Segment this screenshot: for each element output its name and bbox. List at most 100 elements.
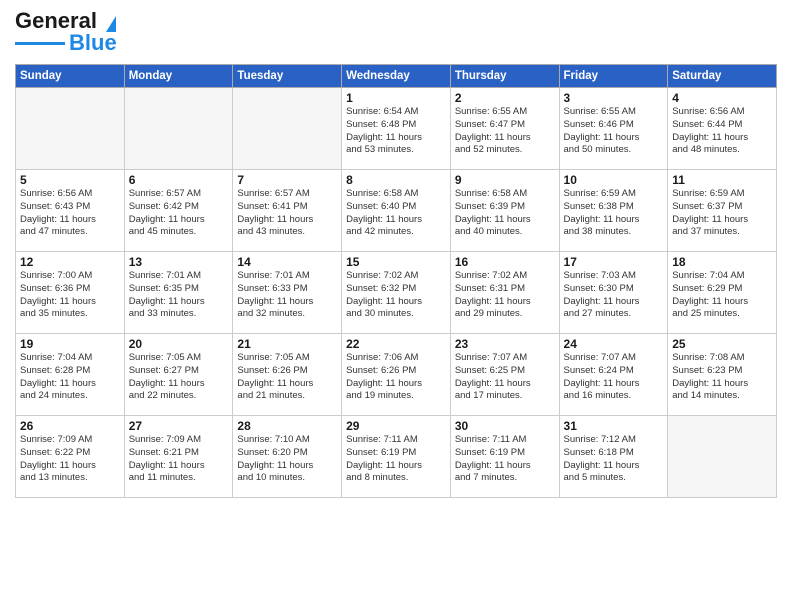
calendar-week-row: 19Sunrise: 7:04 AMSunset: 6:28 PMDayligh… xyxy=(16,334,777,416)
calendar-cell: 4Sunrise: 6:56 AMSunset: 6:44 PMDaylight… xyxy=(668,88,777,170)
day-info: Sunrise: 7:03 AMSunset: 6:30 PMDaylight:… xyxy=(564,270,664,321)
day-number: 3 xyxy=(564,91,664,105)
day-info: Sunrise: 7:05 AMSunset: 6:26 PMDaylight:… xyxy=(237,352,337,403)
day-info: Sunrise: 6:56 AMSunset: 6:44 PMDaylight:… xyxy=(672,106,772,157)
day-info: Sunrise: 6:59 AMSunset: 6:37 PMDaylight:… xyxy=(672,188,772,239)
day-number: 15 xyxy=(346,255,446,269)
day-info: Sunrise: 7:01 AMSunset: 6:33 PMDaylight:… xyxy=(237,270,337,321)
day-info: Sunrise: 6:57 AMSunset: 6:42 PMDaylight:… xyxy=(129,188,229,239)
day-info: Sunrise: 7:01 AMSunset: 6:35 PMDaylight:… xyxy=(129,270,229,321)
day-info: Sunrise: 6:55 AMSunset: 6:46 PMDaylight:… xyxy=(564,106,664,157)
day-number: 4 xyxy=(672,91,772,105)
calendar-cell xyxy=(668,416,777,498)
day-info: Sunrise: 6:58 AMSunset: 6:39 PMDaylight:… xyxy=(455,188,555,239)
calendar-cell: 22Sunrise: 7:06 AMSunset: 6:26 PMDayligh… xyxy=(342,334,451,416)
calendar-cell: 11Sunrise: 6:59 AMSunset: 6:37 PMDayligh… xyxy=(668,170,777,252)
calendar-cell: 19Sunrise: 7:04 AMSunset: 6:28 PMDayligh… xyxy=(16,334,125,416)
calendar-cell: 17Sunrise: 7:03 AMSunset: 6:30 PMDayligh… xyxy=(559,252,668,334)
day-number: 10 xyxy=(564,173,664,187)
day-number: 7 xyxy=(237,173,337,187)
calendar-cell: 8Sunrise: 6:58 AMSunset: 6:40 PMDaylight… xyxy=(342,170,451,252)
calendar-cell: 29Sunrise: 7:11 AMSunset: 6:19 PMDayligh… xyxy=(342,416,451,498)
calendar-cell: 6Sunrise: 6:57 AMSunset: 6:42 PMDaylight… xyxy=(124,170,233,252)
calendar-cell: 7Sunrise: 6:57 AMSunset: 6:41 PMDaylight… xyxy=(233,170,342,252)
day-number: 20 xyxy=(129,337,229,351)
header-tuesday: Tuesday xyxy=(233,65,342,88)
logo-blue: Blue xyxy=(69,30,117,56)
day-number: 28 xyxy=(237,419,337,433)
calendar-cell: 14Sunrise: 7:01 AMSunset: 6:33 PMDayligh… xyxy=(233,252,342,334)
day-number: 17 xyxy=(564,255,664,269)
logo: General Blue xyxy=(15,10,117,56)
day-number: 11 xyxy=(672,173,772,187)
header-friday: Friday xyxy=(559,65,668,88)
calendar-cell: 13Sunrise: 7:01 AMSunset: 6:35 PMDayligh… xyxy=(124,252,233,334)
calendar-cell: 1Sunrise: 6:54 AMSunset: 6:48 PMDaylight… xyxy=(342,88,451,170)
day-number: 26 xyxy=(20,419,120,433)
day-info: Sunrise: 7:12 AMSunset: 6:18 PMDaylight:… xyxy=(564,434,664,485)
calendar-cell: 24Sunrise: 7:07 AMSunset: 6:24 PMDayligh… xyxy=(559,334,668,416)
day-number: 18 xyxy=(672,255,772,269)
calendar-week-row: 5Sunrise: 6:56 AMSunset: 6:43 PMDaylight… xyxy=(16,170,777,252)
day-number: 31 xyxy=(564,419,664,433)
calendar-cell: 16Sunrise: 7:02 AMSunset: 6:31 PMDayligh… xyxy=(450,252,559,334)
day-number: 14 xyxy=(237,255,337,269)
calendar-cell: 2Sunrise: 6:55 AMSunset: 6:47 PMDaylight… xyxy=(450,88,559,170)
logo-underline xyxy=(15,42,65,45)
day-info: Sunrise: 6:58 AMSunset: 6:40 PMDaylight:… xyxy=(346,188,446,239)
day-info: Sunrise: 7:08 AMSunset: 6:23 PMDaylight:… xyxy=(672,352,772,403)
page-container: General Blue Sunday Monday Tuesday Wedne… xyxy=(0,0,792,508)
day-number: 8 xyxy=(346,173,446,187)
header: General Blue xyxy=(15,10,777,56)
calendar-cell: 21Sunrise: 7:05 AMSunset: 6:26 PMDayligh… xyxy=(233,334,342,416)
day-info: Sunrise: 6:55 AMSunset: 6:47 PMDaylight:… xyxy=(455,106,555,157)
day-info: Sunrise: 7:07 AMSunset: 6:24 PMDaylight:… xyxy=(564,352,664,403)
day-number: 19 xyxy=(20,337,120,351)
calendar-cell: 25Sunrise: 7:08 AMSunset: 6:23 PMDayligh… xyxy=(668,334,777,416)
calendar-cell: 31Sunrise: 7:12 AMSunset: 6:18 PMDayligh… xyxy=(559,416,668,498)
calendar-cell: 9Sunrise: 6:58 AMSunset: 6:39 PMDaylight… xyxy=(450,170,559,252)
day-info: Sunrise: 7:04 AMSunset: 6:29 PMDaylight:… xyxy=(672,270,772,321)
day-info: Sunrise: 7:11 AMSunset: 6:19 PMDaylight:… xyxy=(455,434,555,485)
calendar-cell: 3Sunrise: 6:55 AMSunset: 6:46 PMDaylight… xyxy=(559,88,668,170)
calendar-cell: 27Sunrise: 7:09 AMSunset: 6:21 PMDayligh… xyxy=(124,416,233,498)
day-number: 1 xyxy=(346,91,446,105)
day-number: 9 xyxy=(455,173,555,187)
calendar-cell: 10Sunrise: 6:59 AMSunset: 6:38 PMDayligh… xyxy=(559,170,668,252)
day-number: 23 xyxy=(455,337,555,351)
day-number: 25 xyxy=(672,337,772,351)
calendar-cell xyxy=(233,88,342,170)
calendar-cell: 23Sunrise: 7:07 AMSunset: 6:25 PMDayligh… xyxy=(450,334,559,416)
calendar-cell: 20Sunrise: 7:05 AMSunset: 6:27 PMDayligh… xyxy=(124,334,233,416)
day-info: Sunrise: 7:00 AMSunset: 6:36 PMDaylight:… xyxy=(20,270,120,321)
day-info: Sunrise: 7:05 AMSunset: 6:27 PMDaylight:… xyxy=(129,352,229,403)
day-info: Sunrise: 7:04 AMSunset: 6:28 PMDaylight:… xyxy=(20,352,120,403)
header-wednesday: Wednesday xyxy=(342,65,451,88)
calendar-cell: 12Sunrise: 7:00 AMSunset: 6:36 PMDayligh… xyxy=(16,252,125,334)
day-info: Sunrise: 7:09 AMSunset: 6:22 PMDaylight:… xyxy=(20,434,120,485)
day-number: 16 xyxy=(455,255,555,269)
day-number: 5 xyxy=(20,173,120,187)
calendar-cell xyxy=(124,88,233,170)
day-number: 2 xyxy=(455,91,555,105)
day-info: Sunrise: 6:54 AMSunset: 6:48 PMDaylight:… xyxy=(346,106,446,157)
day-number: 12 xyxy=(20,255,120,269)
header-thursday: Thursday xyxy=(450,65,559,88)
day-info: Sunrise: 7:02 AMSunset: 6:31 PMDaylight:… xyxy=(455,270,555,321)
day-info: Sunrise: 7:11 AMSunset: 6:19 PMDaylight:… xyxy=(346,434,446,485)
calendar-week-row: 1Sunrise: 6:54 AMSunset: 6:48 PMDaylight… xyxy=(16,88,777,170)
header-monday: Monday xyxy=(124,65,233,88)
header-sunday: Sunday xyxy=(16,65,125,88)
day-number: 6 xyxy=(129,173,229,187)
day-number: 22 xyxy=(346,337,446,351)
day-info: Sunrise: 6:56 AMSunset: 6:43 PMDaylight:… xyxy=(20,188,120,239)
calendar-cell: 30Sunrise: 7:11 AMSunset: 6:19 PMDayligh… xyxy=(450,416,559,498)
day-number: 21 xyxy=(237,337,337,351)
calendar-week-row: 26Sunrise: 7:09 AMSunset: 6:22 PMDayligh… xyxy=(16,416,777,498)
weekday-header-row: Sunday Monday Tuesday Wednesday Thursday… xyxy=(16,65,777,88)
day-number: 24 xyxy=(564,337,664,351)
calendar-week-row: 12Sunrise: 7:00 AMSunset: 6:36 PMDayligh… xyxy=(16,252,777,334)
day-number: 29 xyxy=(346,419,446,433)
header-saturday: Saturday xyxy=(668,65,777,88)
day-info: Sunrise: 7:02 AMSunset: 6:32 PMDaylight:… xyxy=(346,270,446,321)
